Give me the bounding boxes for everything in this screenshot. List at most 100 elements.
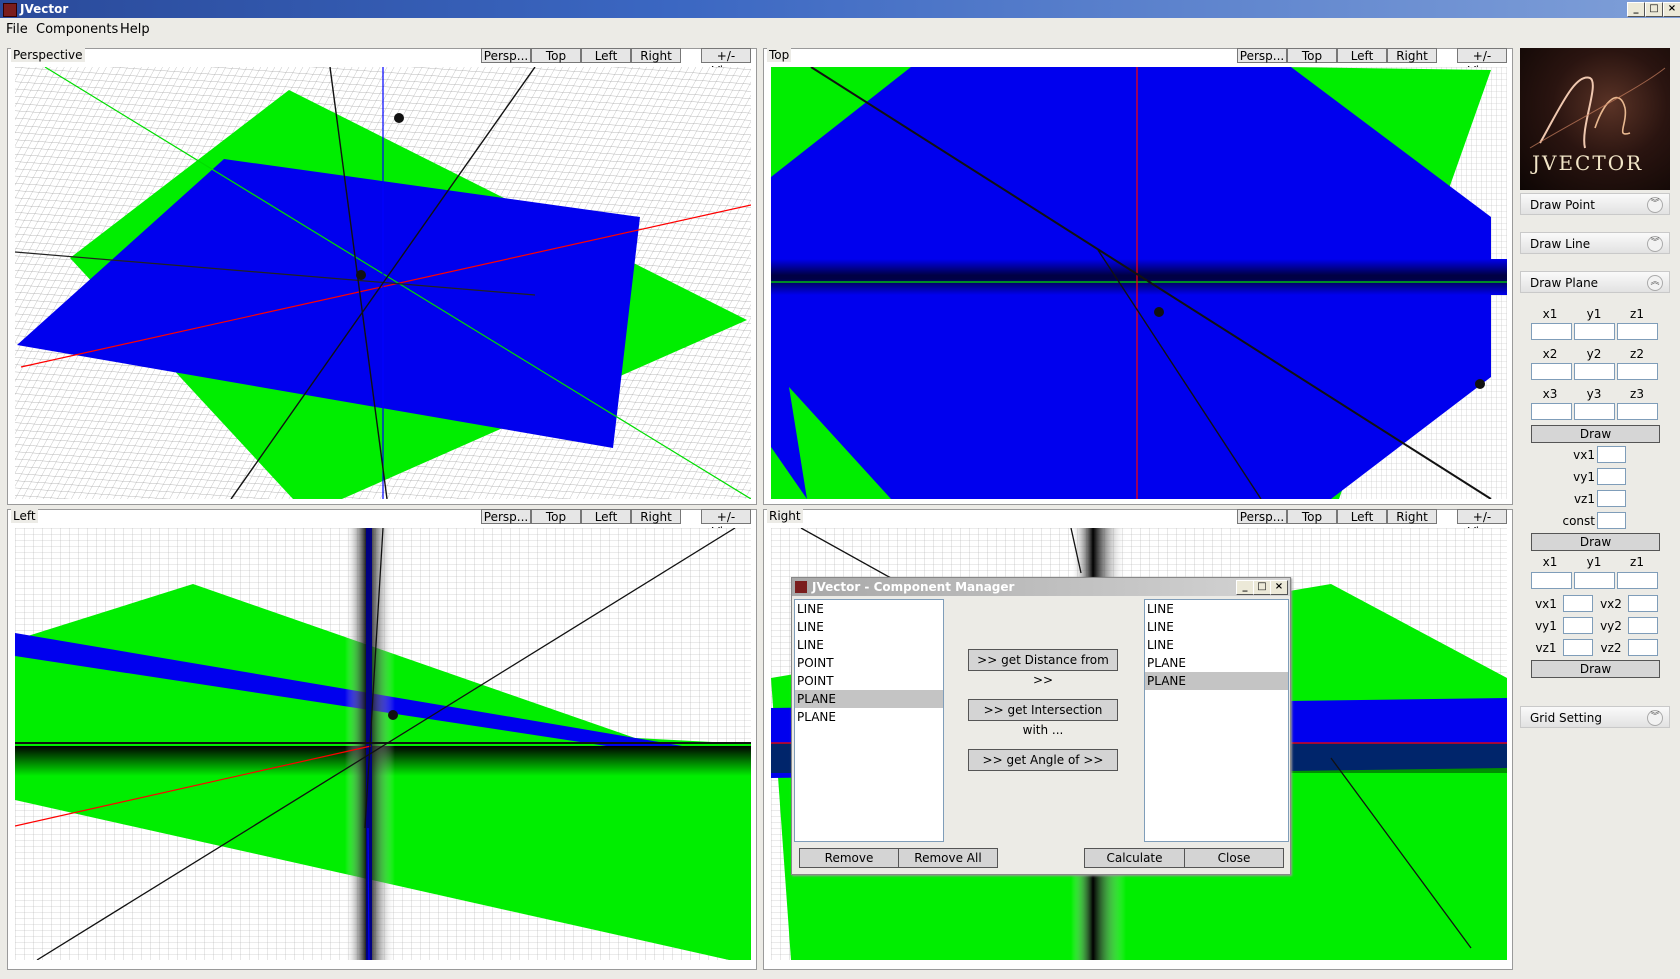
view-left-button[interactable]: Left — [581, 48, 631, 63]
window-title: JVector — [20, 2, 69, 16]
list-item[interactable]: PLANE — [1145, 654, 1288, 672]
get-intersection-button[interactable]: >> get Intersection with ... — [968, 699, 1118, 737]
get-angle-button[interactable]: >> get Angle of >> — [968, 749, 1118, 771]
toggle-view-button[interactable]: +/- View — [701, 48, 751, 78]
list-item[interactable]: LINE — [795, 636, 943, 654]
vec-vz2-field[interactable] — [1628, 639, 1658, 656]
vec-vy2-field[interactable] — [1628, 617, 1658, 634]
point-y1-field[interactable] — [1574, 572, 1615, 589]
menu-file[interactable]: File — [6, 22, 28, 37]
view-persp-button[interactable]: Persp... — [1237, 509, 1287, 524]
menu-bar: File Components Help — [0, 18, 1680, 40]
minimize-icon[interactable]: _ — [1627, 2, 1645, 17]
list-item[interactable]: PLANE — [795, 708, 943, 726]
x3-field[interactable] — [1531, 403, 1572, 420]
list-item[interactable]: POINT — [795, 654, 943, 672]
vec-vx1-field[interactable] — [1563, 595, 1593, 612]
x2-field[interactable] — [1531, 363, 1572, 380]
vec-vy1-field[interactable] — [1563, 617, 1593, 634]
list-item[interactable]: LINE — [1145, 600, 1288, 618]
expand-chevron-icon[interactable]: ︾ — [1647, 197, 1663, 213]
expand-chevron-icon[interactable]: ︾ — [1647, 710, 1663, 726]
list-item-selected[interactable]: PLANE — [795, 690, 943, 708]
view-persp-button[interactable]: Persp... — [481, 48, 531, 63]
view-left-button[interactable]: Left — [581, 509, 631, 524]
maximize-icon[interactable]: □ — [1253, 580, 1271, 595]
draw-line-panel[interactable]: Draw Line ︾ — [1520, 232, 1670, 254]
vec-vx2-field[interactable] — [1628, 595, 1658, 612]
view-right-button[interactable]: Right — [631, 509, 681, 524]
list-item[interactable]: LINE — [795, 618, 943, 636]
z1-field[interactable] — [1617, 323, 1658, 340]
grid-setting-title: Grid Setting — [1530, 711, 1602, 725]
menu-help[interactable]: Help — [120, 22, 150, 37]
vy1-field[interactable] — [1597, 468, 1626, 485]
remove-button[interactable]: Remove — [799, 848, 899, 868]
z3-field[interactable] — [1617, 403, 1658, 420]
view-right-button[interactable]: Right — [1387, 509, 1437, 524]
view-top-button[interactable]: Top — [531, 48, 581, 63]
perspective-canvas[interactable] — [15, 67, 751, 499]
maximize-icon[interactable]: □ — [1645, 2, 1663, 17]
view-left-button[interactable]: Left — [1337, 48, 1387, 63]
vx1-field[interactable] — [1597, 446, 1626, 463]
y3-field[interactable] — [1574, 403, 1615, 420]
view-right-button[interactable]: Right — [1387, 48, 1437, 63]
view-top-button[interactable]: Top — [1287, 509, 1337, 524]
label-y2: y2 — [1586, 347, 1602, 361]
remove-all-button[interactable]: Remove All — [898, 848, 998, 868]
label-vz1: vz1 — [1573, 492, 1595, 506]
close-icon[interactable]: × — [1663, 2, 1680, 17]
menu-components[interactable]: Components — [36, 22, 118, 37]
collapse-chevron-icon[interactable]: ︽ — [1647, 275, 1663, 291]
label-x2: x2 — [1542, 347, 1558, 361]
const-field[interactable] — [1597, 512, 1626, 529]
dialog-titlebar[interactable]: JVector - Component Manager _ □ × — [792, 578, 1290, 596]
draw-plane-vectors-button[interactable]: Draw — [1531, 660, 1660, 678]
label-x1: x1 — [1542, 555, 1558, 569]
view-persp-button[interactable]: Persp... — [481, 509, 531, 524]
toggle-view-button[interactable]: +/- View — [1457, 48, 1507, 78]
view-right-button[interactable]: Right — [631, 48, 681, 63]
y2-field[interactable] — [1574, 363, 1615, 380]
view-top-button[interactable]: Top — [1287, 48, 1337, 63]
label-vx1: vx1 — [1573, 448, 1595, 462]
view-left-button[interactable]: Left — [1337, 509, 1387, 524]
left-canvas[interactable] — [15, 528, 751, 960]
minimize-icon[interactable]: _ — [1236, 580, 1254, 595]
top-canvas[interactable] — [771, 67, 1507, 499]
draw-plane-panel[interactable]: Draw Plane ︽ — [1520, 271, 1670, 293]
point-x1-field[interactable] — [1531, 572, 1572, 589]
draw-point-title: Draw Point — [1530, 198, 1595, 212]
viewport-label-left: Left — [11, 509, 38, 523]
grid-setting-panel[interactable]: Grid Setting ︾ — [1520, 706, 1670, 728]
close-button[interactable]: Close — [1184, 848, 1284, 868]
dialog-title: JVector - Component Manager — [812, 580, 1015, 594]
list-item-selected[interactable]: PLANE — [1145, 672, 1288, 690]
list-item[interactable]: POINT — [795, 672, 943, 690]
z2-field[interactable] — [1617, 363, 1658, 380]
expand-chevron-icon[interactable]: ︾ — [1647, 236, 1663, 252]
list-item[interactable]: LINE — [1145, 636, 1288, 654]
calculate-button[interactable]: Calculate — [1084, 848, 1185, 868]
point-z1-field[interactable] — [1617, 572, 1658, 589]
list-item[interactable]: LINE — [1145, 618, 1288, 636]
y1-field[interactable] — [1574, 323, 1615, 340]
components-list-left[interactable]: LINE LINE LINE POINT POINT PLANE PLANE — [794, 599, 944, 842]
label-vy2: vy2 — [1600, 619, 1622, 633]
label-x1: x1 — [1542, 307, 1558, 321]
vec-vz1-field[interactable] — [1563, 639, 1593, 656]
draw-plane-points-button[interactable]: Draw — [1531, 425, 1660, 443]
view-top-button[interactable]: Top — [531, 509, 581, 524]
close-icon[interactable]: × — [1270, 580, 1288, 595]
list-item[interactable]: LINE — [795, 600, 943, 618]
draw-plane-normal-button[interactable]: Draw — [1531, 533, 1660, 551]
vz1-field[interactable] — [1597, 490, 1626, 507]
toggle-view-button[interactable]: +/- View — [701, 509, 751, 539]
toggle-view-button[interactable]: +/- View — [1457, 509, 1507, 539]
components-list-right[interactable]: LINE LINE LINE PLANE PLANE — [1144, 599, 1289, 842]
draw-point-panel[interactable]: Draw Point ︾ — [1520, 193, 1670, 215]
get-distance-button[interactable]: >> get Distance from >> — [968, 649, 1118, 687]
view-persp-button[interactable]: Persp... — [1237, 48, 1287, 63]
x1-field[interactable] — [1531, 323, 1572, 340]
